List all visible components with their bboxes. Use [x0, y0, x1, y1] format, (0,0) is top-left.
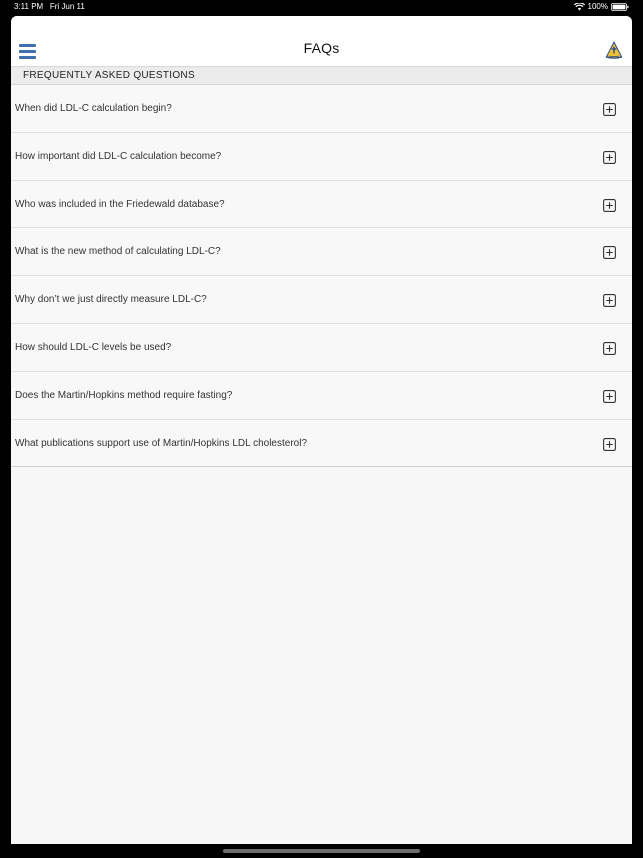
faq-question: What publications support use of Martin/… [15, 437, 308, 449]
home-indicator[interactable] [223, 849, 420, 853]
wifi-icon [573, 2, 585, 10]
faq-item[interactable]: When did LDL-C calculation begin? [11, 85, 632, 133]
status-time-text: 3:11 PM [14, 2, 44, 11]
status-time: 3:11 PM Fri Jun 11 [14, 2, 85, 11]
expand-plus-icon[interactable] [603, 342, 616, 355]
expand-plus-icon[interactable] [603, 198, 616, 212]
expand-plus-icon[interactable] [603, 389, 616, 403]
battery-icon [611, 2, 629, 11]
faq-item[interactable]: What is the new method of calculating LD… [11, 228, 632, 277]
faq-question: How should LDL-C levels be used? [15, 341, 172, 353]
status-right: 100% [573, 2, 629, 11]
faq-item[interactable]: How important did LDL-C calculation beco… [11, 132, 632, 181]
faq-item[interactable]: Why don’t we just directly measure LDL-C… [11, 276, 632, 324]
faq-item[interactable]: Who was included in the Friedewald datab… [11, 180, 632, 229]
page-title: FAQs [303, 40, 340, 56]
faq-item[interactable]: How should LDL-C levels be used? [11, 323, 632, 372]
status-bar: 3:11 PM Fri Jun 11 100% [0, 0, 643, 14]
faq-list: When did LDL-C calculation begin? How im… [11, 85, 632, 468]
expand-plus-icon[interactable] [603, 103, 616, 116]
status-date-text: Fri Jun 11 [49, 2, 85, 11]
faq-question: How important did LDL-C calculation beco… [15, 150, 222, 162]
navigation-bar: FAQs [11, 16, 632, 67]
expand-plus-icon[interactable] [603, 246, 616, 260]
hopkins-shield-logo-icon[interactable] [604, 40, 624, 60]
battery-percent: 100% [587, 2, 608, 11]
faq-question: What is the new method of calculating LD… [15, 246, 221, 258]
hamburger-bar [19, 56, 36, 59]
app-screen: FAQs FREQUENTLY ASKED QUESTIONS When did… [11, 16, 632, 844]
faq-question: When did LDL-C calculation begin? [15, 103, 172, 114]
faq-question: Why don’t we just directly measure LDL-C… [15, 294, 207, 306]
faq-item[interactable]: Does the Martin/Hopkins method require f… [11, 371, 632, 420]
section-header: FREQUENTLY ASKED QUESTIONS [11, 67, 632, 85]
device-frame: 3:11 PM Fri Jun 11 100% FAQs FREQUENTLY … [0, 0, 643, 858]
expand-plus-icon[interactable] [603, 437, 616, 451]
faq-question: Does the Martin/Hopkins method require f… [15, 389, 233, 401]
faq-question: Who was included in the Friedewald datab… [15, 198, 225, 210]
expand-plus-icon[interactable] [603, 150, 616, 164]
expand-plus-icon[interactable] [603, 294, 616, 308]
faq-item[interactable]: What publications support use of Martin/… [11, 419, 632, 468]
